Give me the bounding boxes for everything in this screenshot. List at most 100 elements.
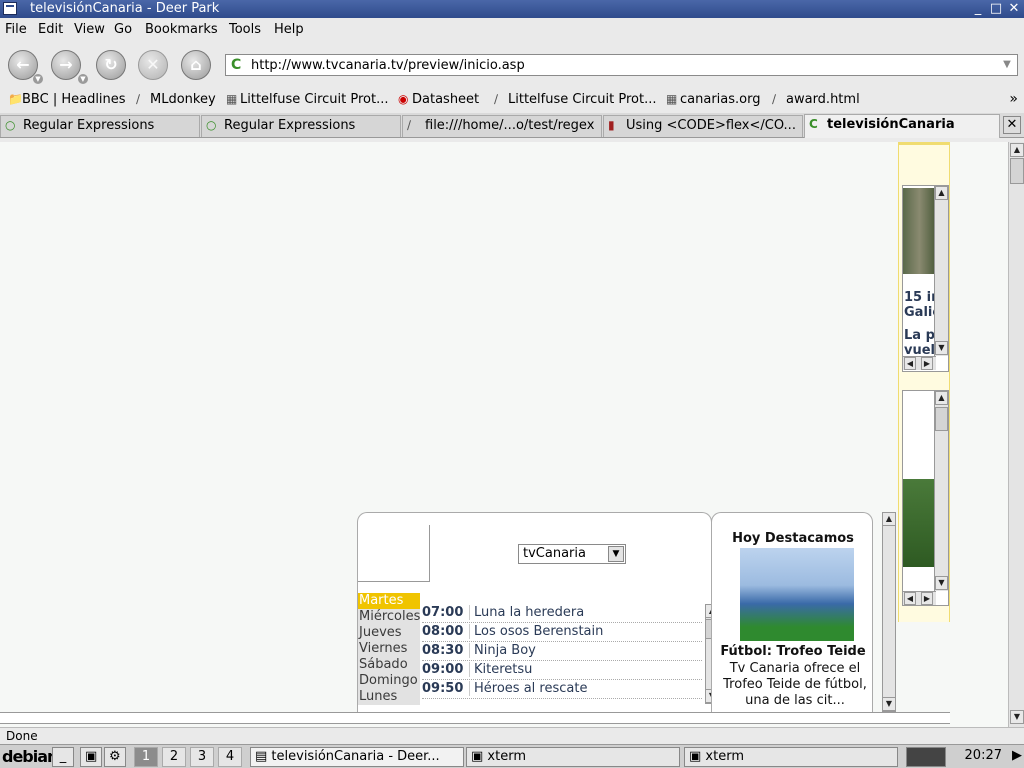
schedule-program[interactable]: Los osos Berenstain (469, 624, 603, 639)
settings-launcher[interactable]: ⚙ (104, 747, 126, 767)
day-item-lunes[interactable]: Lunes (358, 689, 420, 705)
schedule-program[interactable]: Luna la heredera (469, 605, 584, 620)
menu-help[interactable]: Help (274, 22, 304, 37)
channel-select-value: tvCanaria (523, 546, 586, 561)
url-dropdown-icon[interactable]: ▼ (999, 57, 1015, 73)
tab-regular-expressions-1[interactable]: ○ Regular Expressions (0, 115, 200, 137)
url-bar[interactable]: C ▼ (225, 54, 1018, 76)
news-mini-frame[interactable]: 15 inc Galic La pr vuelt ▲ ▼ ◀ ▶ (902, 185, 949, 372)
workspace-2[interactable]: 2 (162, 747, 186, 767)
scroll-left-arrow-icon[interactable]: ◀ (904, 592, 916, 605)
window-titlebar[interactable]: televisiónCanaria - Deer Park _ □ ✕ (0, 0, 1024, 18)
workspace-1[interactable]: 1 (134, 747, 158, 767)
clock[interactable]: 20:27 (965, 748, 1002, 763)
minimize-button[interactable]: _ (970, 1, 986, 17)
schedule-program[interactable]: Kiteretsu (469, 662, 532, 677)
reload-button[interactable]: ↻ (96, 50, 126, 80)
bookmark-item[interactable]: ◉ Datasheet (398, 92, 479, 107)
video-mini-frame[interactable]: ▲ ▼ ◀ ▶ (902, 390, 949, 606)
scroll-down-arrow-icon[interactable]: ▼ (1010, 710, 1024, 724)
chevron-down-icon[interactable]: ▼ (608, 546, 624, 562)
maximize-button[interactable]: □ (988, 1, 1004, 17)
forward-button[interactable]: → (51, 50, 81, 80)
menu-bookmarks[interactable]: Bookmarks (145, 22, 218, 37)
bookmark-item[interactable]: ∕ MLdonkey (136, 92, 216, 107)
tab-using-flex[interactable]: ▮ Using <CODE>flex</CO... (603, 115, 803, 137)
news-mini-hscroll[interactable]: ◀ ▶ (903, 356, 936, 370)
minimize-all-button[interactable]: _ (52, 747, 74, 767)
bookmark-item[interactable]: ▦ Littelfuse Circuit Prot... (226, 92, 388, 107)
menu-view[interactable]: View (74, 22, 105, 37)
scroll-up-arrow-icon[interactable]: ▲ (935, 186, 948, 200)
tab-regular-expressions-2[interactable]: ○ Regular Expressions (201, 115, 401, 137)
video-mini-vscroll[interactable]: ▲ ▼ (934, 391, 948, 591)
scroll-thumb[interactable] (935, 407, 948, 431)
page-horizontal-scrollbar[interactable] (0, 712, 950, 724)
close-window-button[interactable]: ✕ (1006, 1, 1022, 17)
day-item-domingo[interactable]: Domingo (358, 673, 420, 689)
menu-file[interactable]: File (5, 22, 27, 37)
debian-logo[interactable]: debian (2, 747, 58, 766)
menu-tools[interactable]: Tools (229, 22, 261, 37)
day-item-viernes[interactable]: Viernes (358, 641, 420, 657)
tab-favicon-icon: ▮ (608, 118, 615, 132)
day-item-martes[interactable]: Martes (358, 593, 420, 609)
tab-bar: ○ Regular Expressions ○ Regular Expression… (0, 113, 1024, 138)
scroll-up-arrow-icon[interactable]: ▲ (1010, 143, 1024, 157)
close-tab-button[interactable]: ✕ (1003, 116, 1021, 134)
widget-scrollbar[interactable]: ▲ ▼ (882, 512, 896, 712)
day-item-sabado[interactable]: Sábado (358, 657, 420, 673)
scroll-thumb[interactable] (1010, 158, 1024, 184)
schedule-row[interactable]: 09:50 Héroes al rescate (422, 680, 702, 699)
url-input[interactable] (251, 57, 991, 73)
news-mini-vscroll[interactable]: ▲ ▼ (934, 186, 948, 356)
tab-file-regex[interactable]: ∕ file:///home/...o/test/regex (402, 115, 602, 137)
channel-select[interactable]: tvCanaria ▼ (518, 544, 626, 564)
task-xterm-1[interactable]: ▣ xterm (466, 747, 680, 767)
menu-edit[interactable]: Edit (38, 22, 63, 37)
back-history-dropdown[interactable]: ▼ (33, 74, 43, 84)
day-item-miercoles[interactable]: Miércoles (358, 609, 420, 625)
schedule-program[interactable]: Ninja Boy (469, 643, 536, 658)
scroll-right-arrow-icon[interactable]: ▶ (921, 357, 933, 370)
task-xterm-2[interactable]: ▣ xterm (684, 747, 898, 767)
scroll-up-arrow-icon[interactable]: ▲ (935, 391, 948, 405)
stop-button[interactable]: ✕ (138, 50, 168, 80)
scroll-down-arrow-icon[interactable]: ▼ (882, 697, 896, 711)
bookmark-item[interactable]: ∕ award.html (772, 92, 860, 107)
window-title: televisiónCanaria - Deer Park (30, 1, 220, 16)
schedule-row[interactable]: 08:30 Ninja Boy (422, 642, 702, 661)
terminal-launcher[interactable]: ▣ (80, 747, 102, 767)
schedule-row[interactable]: 08:00 Los osos Berenstain (422, 623, 702, 642)
video-mini-hscroll[interactable]: ◀ ▶ (903, 591, 936, 605)
tab-television-canaria[interactable]: CtelevisiónCanaria (804, 114, 1000, 138)
home-button[interactable]: ⌂ (181, 50, 211, 80)
day-item-jueves[interactable]: Jueves (358, 625, 420, 641)
workspace-4[interactable]: 4 (218, 747, 242, 767)
workspace-3[interactable]: 3 (190, 747, 214, 767)
scroll-up-arrow-icon[interactable]: ▲ (882, 512, 896, 526)
schedule-program[interactable]: Héroes al rescate (469, 681, 587, 696)
featured-photo[interactable] (740, 548, 854, 641)
bookmark-label: MLdonkey (150, 92, 216, 107)
page-vertical-scrollbar[interactable]: ▲ ▼ (1008, 142, 1024, 727)
scroll-down-arrow-icon[interactable]: ▼ (935, 341, 948, 355)
scroll-right-arrow-icon[interactable]: ▶ (921, 592, 933, 605)
window-app-icon[interactable] (3, 2, 17, 15)
bookmark-item[interactable]: 📁BBC | Headlines (8, 92, 126, 107)
task-browser[interactable]: ▤ televisiónCanaria - Deer... (250, 747, 464, 767)
taskbar-expand-arrow-icon[interactable]: ▶ (1012, 748, 1022, 763)
cpu-monitor[interactable] (906, 747, 946, 767)
menu-go[interactable]: Go (114, 22, 132, 37)
home-icon: ⌂ (190, 55, 202, 74)
schedule-row[interactable]: 07:00 Luna la heredera (422, 604, 702, 623)
bookmarks-overflow-button[interactable]: » (1009, 91, 1018, 107)
scroll-left-arrow-icon[interactable]: ◀ (904, 357, 916, 370)
bookmark-item[interactable]: ▦ canarias.org (666, 92, 760, 107)
featured-headline[interactable]: Fútbol: Trofeo Teide (712, 644, 874, 659)
bookmark-icon: ∕ (136, 92, 141, 106)
scroll-down-arrow-icon[interactable]: ▼ (935, 576, 948, 590)
schedule-row[interactable]: 09:00 Kiteretsu (422, 661, 702, 680)
bookmark-item[interactable]: ∕ Littelfuse Circuit Prot... (494, 92, 656, 107)
forward-history-dropdown[interactable]: ▼ (78, 74, 88, 84)
